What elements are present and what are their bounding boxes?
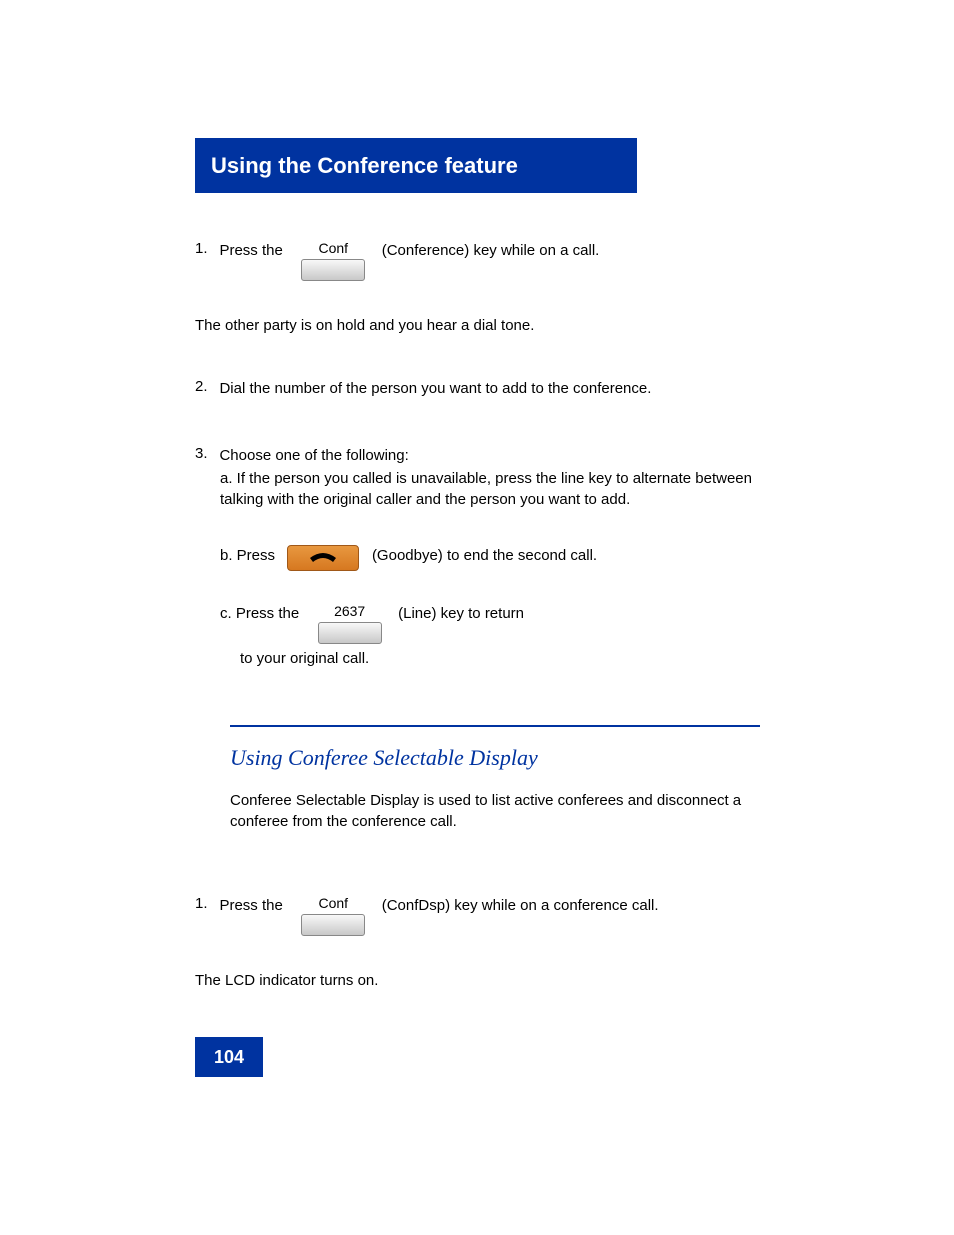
step-text: Press the [219,895,282,916]
option-b: b. Press (Goodbye) to end the second cal… [220,545,597,571]
step-number: 3. [195,445,215,462]
option-c-after: to your original call. [240,648,770,669]
step-1-follow: The other party is on hold and you hear … [195,315,765,336]
step-number: 1. [195,895,215,912]
section-divider [230,725,760,727]
option-c: c. Press the 2637 (Line) key to return [220,603,524,644]
conf-softkey-2[interactable]: Conf [297,895,369,936]
phone-hangup-icon [306,550,340,566]
option-c-mid: (Line) key to return [398,603,524,624]
section-header: Using the Conference feature [195,138,637,193]
step-text: Press the [219,240,282,261]
step-1: 1. Press the Conf (Conference) key while… [195,240,702,281]
section2-step-1-follow: The LCD indicator turns on. [195,970,765,991]
softkey-button-icon [318,622,382,644]
option-b-suffix: (Goodbye) to end the second call. [372,545,597,566]
step-text: Dial the number of the person you want t… [219,378,759,399]
page-number: 104 [195,1037,263,1077]
conf-softkey-label: Conf [297,895,369,911]
option-b-prefix: b. Press [220,545,275,566]
goodbye-button[interactable] [287,545,359,571]
section2-step-1: 1. Press the Conf (ConfDsp) key while on… [195,895,682,936]
softkey-button-icon [301,914,365,936]
conf-softkey-label: Conf [297,240,369,256]
subsection-title: Using Conferee Selectable Display [230,745,538,771]
step-number: 1. [195,240,215,257]
conf-softkey[interactable]: Conf [297,240,369,281]
option-a: a. If the person you called is unavailab… [220,468,780,510]
section-title: Using the Conference feature [195,138,637,194]
step-text-after: (Conference) key while on a call. [382,240,702,261]
option-c-prefix: c. Press the [220,603,299,624]
step-3: 3. Choose one of the following: [195,445,409,466]
step-text-after: (ConfDsp) key while on a conference call… [382,895,682,916]
line-softkey[interactable]: 2637 [314,603,386,644]
step-number: 2. [195,378,215,395]
subsection-body: Conferee Selectable Display is used to l… [230,790,760,832]
step-2: 2. Dial the number of the person you wan… [195,378,759,399]
step-text: Choose one of the following: [219,445,408,466]
softkey-button-icon [301,259,365,281]
line-softkey-label: 2637 [314,603,386,619]
